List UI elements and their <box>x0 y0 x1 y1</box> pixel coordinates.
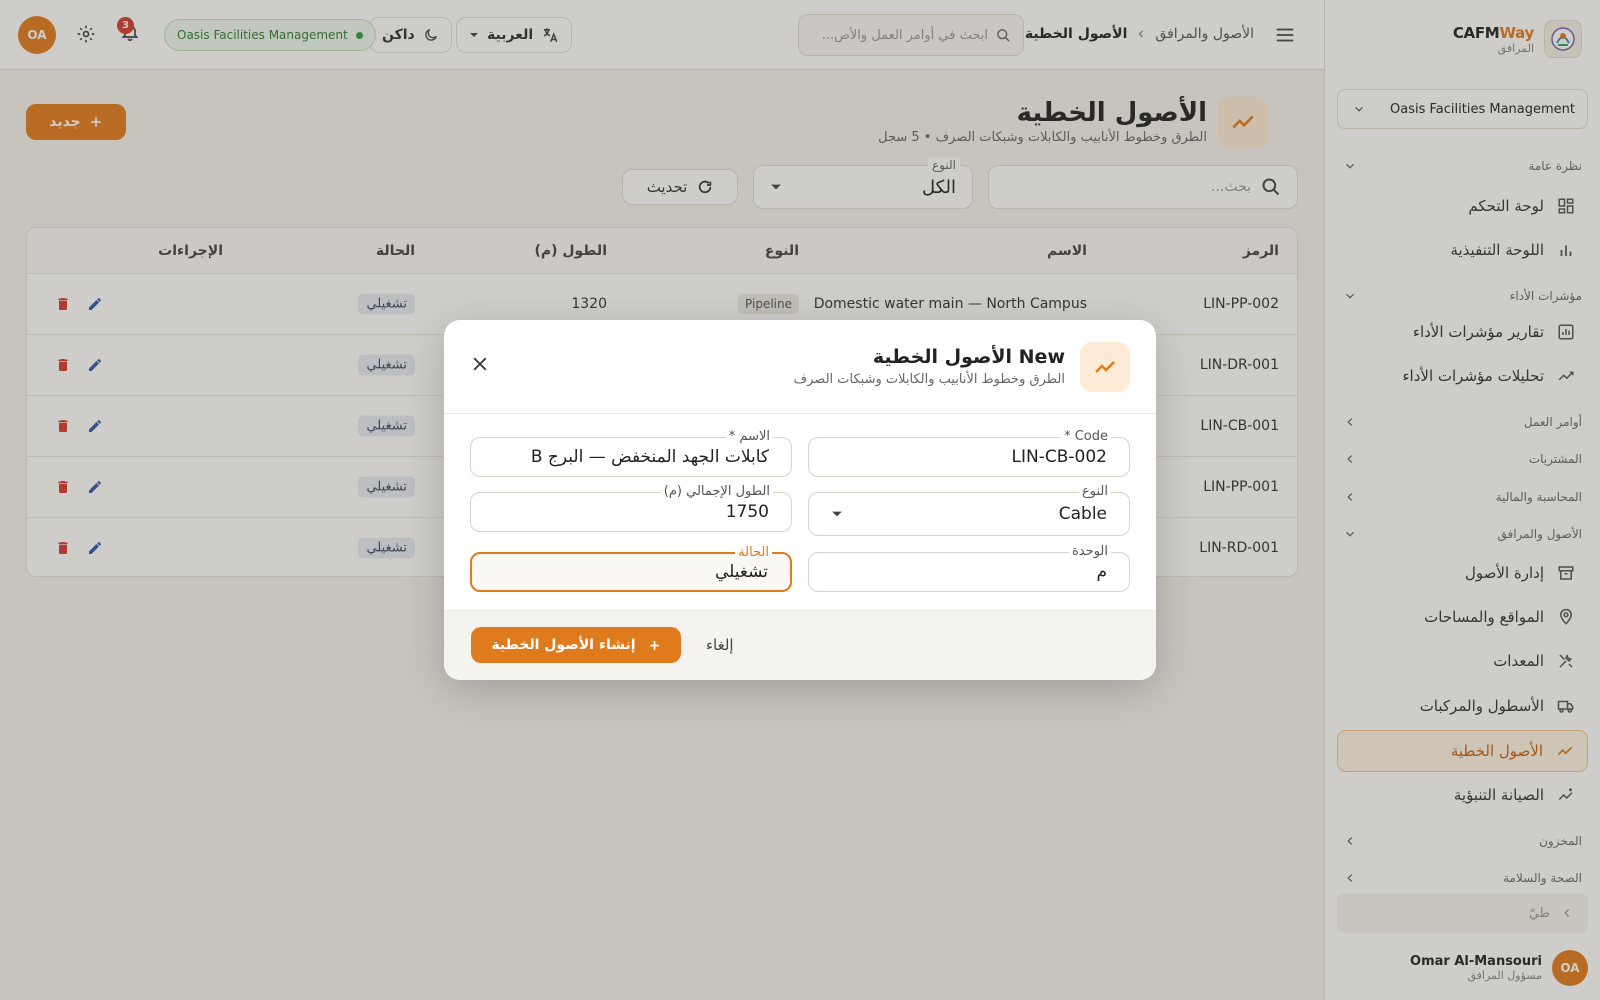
status-field-value: تشغيلي <box>714 562 768 582</box>
type-select-value: Cable <box>1058 504 1107 524</box>
create-button[interactable]: إنشاء الأصول الخطية <box>471 627 681 663</box>
unit-field-label: الوحدة <box>1069 544 1111 559</box>
code-field-label: Code * <box>1061 429 1111 444</box>
total-length-value: 1750 <box>725 502 769 522</box>
type-select[interactable]: النوع Cable <box>808 484 1130 536</box>
dialog-footer: إنشاء الأصول الخطية إلغاء <box>444 610 1156 680</box>
unit-field[interactable]: الوحدة م <box>808 544 1130 592</box>
dialog-title: New الأصول الخطية <box>872 346 1065 368</box>
dialog-subtitle: الطرق وخطوط الأنابيب والكابلات وشبكات ال… <box>793 372 1065 387</box>
close-icon[interactable] <box>470 354 490 374</box>
code-field-value: LIN-CB-002 <box>1011 447 1107 467</box>
plus-icon <box>648 639 661 652</box>
total-length-field[interactable]: الطول الإجمالي (م) 1750 <box>470 484 792 532</box>
new-linear-asset-dialog: New الأصول الخطية الطرق وخطوط الأنابيب و… <box>444 320 1156 680</box>
cancel-button-label: إلغاء <box>706 636 734 654</box>
name-field[interactable]: الاسم * كابلات الجهد المنخفض — البرج B <box>470 429 792 477</box>
code-field[interactable]: Code * LIN-CB-002 <box>808 429 1130 477</box>
status-field[interactable]: الحالة تشغيلي <box>470 545 792 592</box>
dialog-header: New الأصول الخطية الطرق وخطوط الأنابيب و… <box>444 320 1156 414</box>
cancel-button[interactable]: إلغاء <box>706 627 734 663</box>
type-select-label: النوع <box>1079 484 1111 499</box>
caret-down-icon <box>831 508 843 520</box>
total-length-label: الطول الإجمالي (م) <box>660 484 773 499</box>
name-field-label: الاسم * <box>725 429 773 444</box>
status-field-label: الحالة <box>735 545 772 560</box>
trend-line-icon <box>1080 342 1130 392</box>
unit-field-value: م <box>1096 562 1107 582</box>
create-button-label: إنشاء الأصول الخطية <box>491 637 636 653</box>
name-field-value: كابلات الجهد المنخفض — البرج B <box>530 447 769 467</box>
